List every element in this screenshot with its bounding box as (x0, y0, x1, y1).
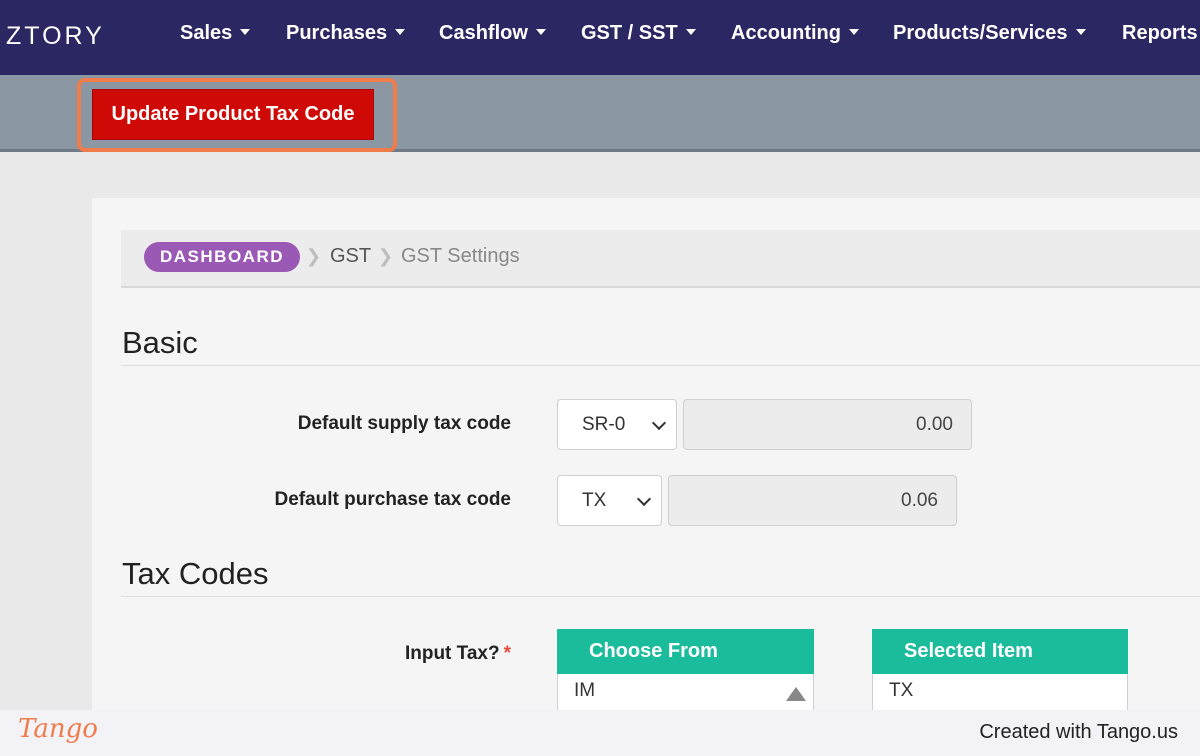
caret-down-icon (685, 28, 696, 35)
breadcrumb-gst[interactable]: GST (330, 245, 371, 268)
list-item[interactable]: IM (574, 680, 595, 701)
caret-down-icon (849, 28, 859, 35)
default-purchase-tax-code-select[interactable]: TX (557, 475, 662, 526)
list-item[interactable]: TX (889, 680, 913, 701)
input-tax-label-text: Input Tax? (404, 643, 500, 664)
nav-cashflow-label: Cashflow (439, 22, 528, 44)
top-navbar: ZTORY Sales Purchases Cashflow GST / SST… (0, 0, 1200, 75)
nav-products-services-label: Products/Services (893, 22, 1068, 44)
nav-purchases-label: Purchases (286, 22, 388, 44)
required-asterisk: * (503, 643, 511, 664)
basic-section-title: Basic (122, 325, 198, 360)
nav-accounting-label: Accounting (731, 22, 841, 44)
nav-accounting[interactable]: Accounting (731, 22, 859, 45)
default-supply-tax-code-selected: SR-0 (582, 413, 626, 435)
scroll-up-arrow-icon[interactable] (786, 687, 806, 701)
selected-item-header: Selected Item (872, 629, 1128, 674)
default-supply-tax-code-label: Default supply tax code (297, 413, 511, 434)
input-tax-label: Input Tax? * (405, 643, 511, 665)
chevron-right-icon: ❯ (378, 246, 394, 266)
chevron-down-icon (636, 491, 652, 507)
nav-gst-sst[interactable]: GST / SST (581, 22, 696, 45)
default-supply-tax-code-select[interactable]: SR-0 (557, 399, 677, 450)
divider (121, 365, 1200, 366)
tango-logo: Tango (18, 714, 98, 744)
nav-sales-label: Sales (180, 22, 233, 44)
breadcrumb-dashboard[interactable]: DASHBOARD (144, 242, 300, 272)
nav-reports-label: Reports (1122, 22, 1198, 44)
default-purchase-tax-code-label: Default purchase tax code (274, 489, 511, 510)
caret-down-icon (395, 28, 406, 35)
choose-from-header: Choose From (557, 629, 814, 674)
nav-reports[interactable]: Reports (1122, 22, 1198, 45)
nav-cashflow[interactable]: Cashflow (439, 22, 546, 45)
caret-down-icon (240, 28, 251, 35)
nav-sales[interactable]: Sales (180, 22, 251, 45)
default-purchase-tax-rate-field: 0.06 (668, 475, 957, 526)
breadcrumb-gst-settings: GST Settings (401, 245, 520, 267)
brand-logo[interactable]: ZTORY (6, 22, 105, 51)
default-supply-tax-rate-field: 0.00 (683, 399, 972, 450)
divider (121, 596, 1200, 597)
caret-down-icon (535, 28, 546, 35)
choose-from-list[interactable]: IM (557, 674, 814, 714)
caret-down-icon (1075, 28, 1086, 35)
nav-products-services[interactable]: Products/Services (893, 22, 1086, 45)
chevron-right-icon: ❯ (306, 246, 322, 266)
nav-purchases[interactable]: Purchases (286, 22, 406, 45)
update-product-tax-code-button[interactable]: Update Product Tax Code (92, 89, 374, 140)
created-with-tango-text: Created with Tango.us (979, 721, 1178, 743)
chevron-down-icon (651, 415, 667, 431)
default-purchase-tax-code-selected: TX (582, 489, 607, 511)
tax-codes-section-title: Tax Codes (122, 556, 269, 591)
selected-item-list[interactable]: TX (872, 674, 1128, 714)
nav-gst-sst-label: GST / SST (581, 22, 678, 44)
